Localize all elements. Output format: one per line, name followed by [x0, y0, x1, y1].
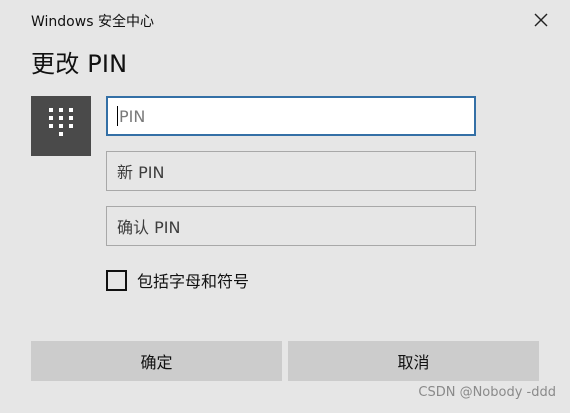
ok-button-label: 确定	[140, 353, 173, 372]
include-letters-checkbox[interactable]	[106, 269, 127, 291]
change-pin-dialog: Windows 安全中心 更改 PIN PIN 新 PIN 确认 PIN 包括字…	[0, 0, 570, 413]
window-title: Windows 安全中心	[31, 14, 154, 30]
page-title: 更改 PIN	[31, 50, 128, 78]
include-letters-label: 包括字母和符号	[137, 272, 250, 291]
confirm-pin-input[interactable]: 确认 PIN	[106, 206, 476, 246]
cancel-button-label: 取消	[397, 353, 430, 372]
keypad-icon	[48, 107, 74, 145]
cancel-button[interactable]: 取消	[288, 341, 539, 381]
close-icon	[534, 12, 548, 31]
keypad-tile	[31, 96, 91, 156]
confirm-pin-placeholder: 确认 PIN	[117, 218, 181, 237]
pin-placeholder: PIN	[119, 106, 146, 126]
new-pin-input[interactable]: 新 PIN	[106, 151, 476, 191]
text-caret	[117, 106, 118, 126]
new-pin-placeholder: 新 PIN	[117, 163, 165, 182]
pin-input[interactable]: PIN	[106, 96, 476, 136]
watermark: CSDN @Nobody -ddd	[418, 385, 556, 400]
ok-button[interactable]: 确定	[31, 341, 282, 381]
close-button[interactable]	[525, 6, 557, 36]
include-letters-option[interactable]: 包括字母和符号	[106, 268, 249, 292]
